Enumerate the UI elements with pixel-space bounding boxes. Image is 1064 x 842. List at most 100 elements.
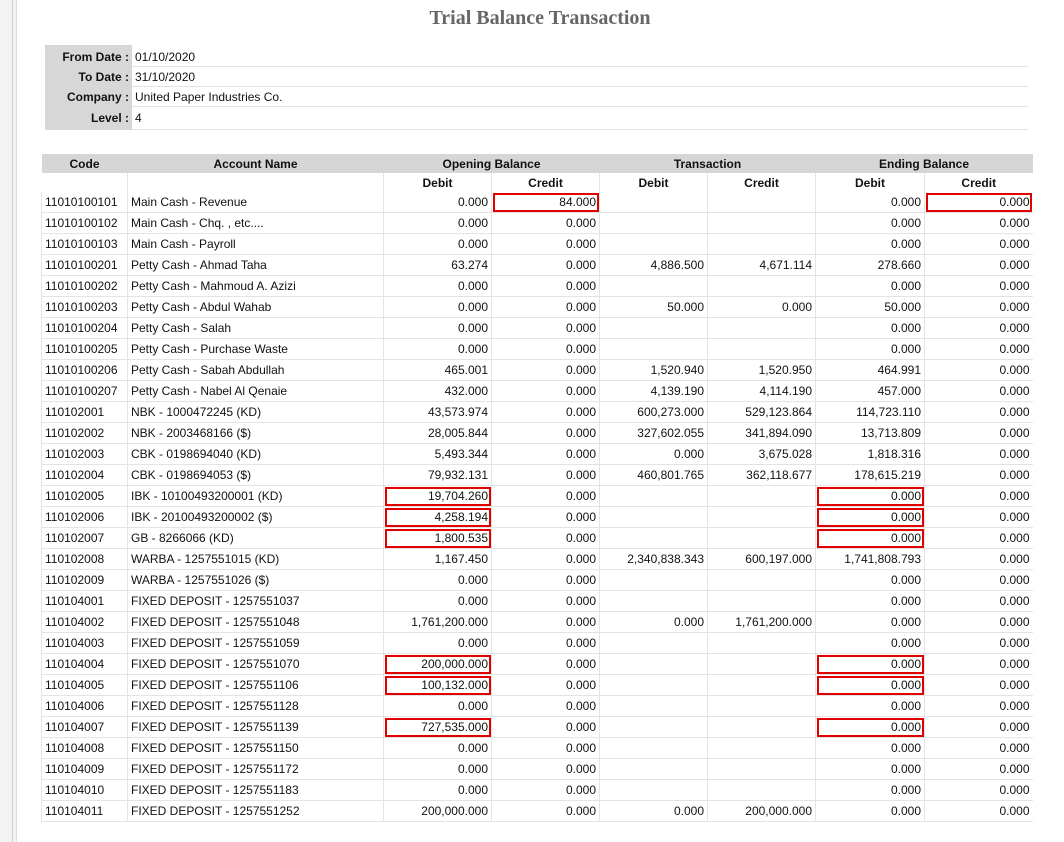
trial-balance-table: Code Account Name Opening Balance Transa…	[41, 154, 1033, 822]
cell-code: 110104008	[41, 737, 128, 759]
cell-opening-debit: 0.000	[383, 233, 492, 255]
cell-code: 11010100202	[41, 275, 128, 297]
cell-opening-debit: 1,167.450	[383, 548, 492, 570]
cell-transaction-credit	[706, 695, 816, 717]
cell-account-name: WARBA - 1257551015 (KD)	[127, 548, 384, 570]
subheader-ending-credit: Credit	[924, 173, 1033, 192]
table-row: 11010100102 Main Cash - Chq. , etc.... 0.0…	[41, 212, 1033, 234]
cell-ending-debit: 0.000	[815, 758, 925, 780]
header-opening-balance: Opening Balance	[383, 154, 600, 173]
cell-account-name: Main Cash - Revenue	[127, 192, 384, 213]
cell-transaction-debit	[599, 317, 708, 339]
cell-opening-credit: 0.000	[491, 506, 600, 528]
cell-opening-credit: 0.000	[491, 632, 600, 654]
cell-ending-credit: 0.000	[924, 548, 1033, 570]
cell-ending-debit: 0.000	[815, 779, 925, 801]
header-transaction: Transaction	[599, 154, 816, 173]
cell-ending-credit: 0.000	[924, 737, 1033, 759]
cell-ending-credit: 0.000	[924, 779, 1033, 801]
cell-opening-debit: 79,932.131	[383, 464, 492, 486]
subheader-opening-debit: Debit	[383, 173, 492, 192]
cell-transaction-credit	[706, 653, 816, 675]
cell-opening-debit: 43,573.974	[383, 401, 492, 423]
cell-ending-debit: 0.000	[815, 800, 925, 822]
cell-opening-credit: 0.000	[491, 758, 600, 780]
cell-ending-credit: 0.000	[924, 716, 1033, 738]
cell-code: 110102001	[41, 401, 128, 423]
cell-transaction-credit	[706, 674, 816, 696]
cell-account-name: FIXED DEPOSIT - 1257551252	[127, 800, 384, 822]
cell-ending-credit: 0.000	[924, 401, 1033, 423]
cell-transaction-debit: 4,886.500	[599, 254, 708, 276]
table-row: 11010100202 Petty Cash - Mahmoud A. Azizi…	[41, 275, 1033, 297]
cell-ending-credit: 0.000	[924, 317, 1033, 339]
cell-ending-credit: 0.000	[924, 192, 1033, 213]
table-row: 110104001 FIXED DEPOSIT - 1257551037 0.000…	[41, 590, 1033, 612]
cell-ending-debit: 0.000	[815, 653, 925, 675]
param-row: Level :4	[45, 106, 1028, 130]
subheader-ending-debit: Debit	[815, 173, 925, 192]
cell-code: 11010100103	[41, 233, 128, 255]
cell-transaction-debit	[599, 275, 708, 297]
cell-ending-debit: 0.000	[815, 192, 925, 213]
param-value: United Paper Industries Co.	[132, 86, 1028, 107]
cell-opening-credit: 0.000	[491, 548, 600, 570]
cell-ending-debit: 0.000	[815, 590, 925, 612]
cell-ending-credit: 0.000	[924, 695, 1033, 717]
cell-transaction-credit	[706, 233, 816, 255]
table-row: 110104009 FIXED DEPOSIT - 1257551172 0.000…	[41, 758, 1033, 780]
cell-transaction-debit: 460,801.765	[599, 464, 708, 486]
cell-opening-debit: 727,535.000	[383, 716, 492, 738]
cell-ending-debit: 0.000	[815, 527, 925, 549]
cell-transaction-credit	[706, 632, 816, 654]
cell-transaction-credit: 0.000	[706, 296, 816, 318]
cell-code: 110104010	[41, 779, 128, 801]
cell-account-name: FIXED DEPOSIT - 1257551059	[127, 632, 384, 654]
subheader-transaction-debit: Debit	[599, 173, 708, 192]
cell-ending-credit: 0.000	[924, 800, 1033, 822]
cell-opening-debit: 0.000	[383, 338, 492, 360]
left-scroll-rail	[0, 0, 17, 842]
param-row: From Date :01/10/2020	[45, 45, 1028, 67]
cell-opening-credit: 0.000	[491, 443, 600, 465]
cell-code: 110104011	[41, 800, 128, 822]
cell-transaction-credit: 529,123.864	[706, 401, 816, 423]
cell-code: 11010100206	[41, 359, 128, 381]
cell-ending-debit: 0.000	[815, 275, 925, 297]
cell-opening-debit: 28,005.844	[383, 422, 492, 444]
cell-transaction-debit	[599, 590, 708, 612]
cell-account-name: IBK - 20100493200002 ($)	[127, 506, 384, 528]
cell-opening-credit: 0.000	[491, 359, 600, 381]
param-value: 4	[132, 106, 1028, 130]
cell-transaction-debit: 50.000	[599, 296, 708, 318]
cell-transaction-credit: 4,114.190	[706, 380, 816, 402]
cell-ending-debit: 0.000	[815, 674, 925, 696]
cell-transaction-credit: 1,761,200.000	[706, 611, 816, 633]
cell-code: 110104005	[41, 674, 128, 696]
cell-opening-debit: 0.000	[383, 590, 492, 612]
table-row: 110104004 FIXED DEPOSIT - 1257551070 200,0…	[41, 653, 1033, 675]
cell-transaction-credit	[706, 338, 816, 360]
report-parameters: From Date :01/10/2020 To Date :31/10/2020…	[45, 45, 1028, 130]
cell-account-name: GB - 8266066 (KD)	[127, 527, 384, 549]
cell-transaction-debit: 0.000	[599, 800, 708, 822]
report-title: Trial Balance Transaction	[429, 7, 651, 29]
cell-ending-debit: 0.000	[815, 485, 925, 507]
cell-ending-debit: 0.000	[815, 737, 925, 759]
cell-opening-debit: 0.000	[383, 737, 492, 759]
cell-transaction-credit	[706, 758, 816, 780]
table-row: 110102001 NBK - 1000472245 (KD) 43,573.974…	[41, 401, 1033, 423]
cell-opening-credit: 0.000	[491, 338, 600, 360]
cell-code: 11010100207	[41, 380, 128, 402]
cell-transaction-debit	[599, 192, 708, 213]
cell-transaction-credit	[706, 192, 816, 213]
cell-opening-debit: 432.000	[383, 380, 492, 402]
header-code: Code	[41, 154, 128, 173]
cell-code: 110102005	[41, 485, 128, 507]
cell-code: 110104007	[41, 716, 128, 738]
table-row: 110102005 IBK - 10100493200001 (KD) 19,704…	[41, 485, 1033, 507]
cell-account-name: Petty Cash - Abdul Wahab	[127, 296, 384, 318]
cell-ending-credit: 0.000	[924, 485, 1033, 507]
table-row: 11010100205 Petty Cash - Purchase Waste 0.…	[41, 338, 1033, 360]
cell-opening-credit: 0.000	[491, 569, 600, 591]
